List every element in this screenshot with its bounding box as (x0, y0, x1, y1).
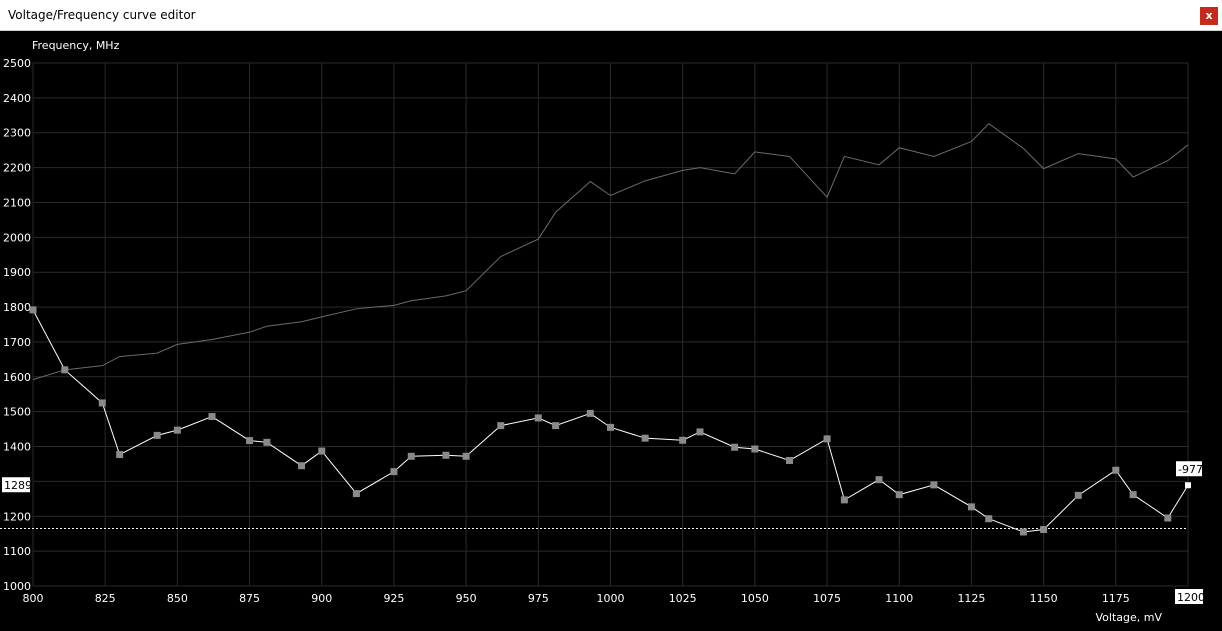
curve-point[interactable] (967, 503, 975, 511)
curve-point[interactable] (840, 496, 848, 504)
curve-point[interactable] (352, 490, 360, 498)
y-tick-label: 2000 (3, 231, 31, 244)
x-tick-label: 950 (456, 592, 477, 605)
y-tick-label: 2100 (3, 196, 31, 209)
grid-lines (32, 62, 1189, 587)
curve-point[interactable] (1074, 491, 1082, 499)
curve-point[interactable] (895, 491, 903, 499)
x-tick-label: 1150 (1030, 592, 1058, 605)
curve-point[interactable] (552, 422, 560, 430)
y-tick-label: 1500 (3, 406, 31, 419)
curve-point[interactable] (318, 447, 326, 455)
curve-point[interactable] (98, 399, 106, 407)
curve-point[interactable] (61, 366, 69, 374)
curve-point[interactable] (390, 468, 398, 476)
title-bar: Voltage/Frequency curve editor x (0, 0, 1222, 31)
curve-point[interactable] (586, 409, 594, 417)
y-tick-label: 1800 (3, 301, 31, 314)
y-tick-label: 2200 (3, 162, 31, 175)
x-tick-label: 1125 (957, 592, 985, 605)
curve-point[interactable] (930, 481, 938, 489)
close-button[interactable]: x (1200, 7, 1218, 25)
y-tick-label: 2400 (3, 92, 31, 105)
y-tick-label: 1900 (3, 266, 31, 279)
y-tick-label: 2500 (3, 57, 31, 70)
x-tick-label: 1000 (597, 592, 625, 605)
curve-point[interactable] (173, 426, 181, 434)
vf-curve-chart[interactable]: 1000110012001300140015001600170018001900… (0, 31, 1222, 627)
x-tick-label: 875 (239, 592, 260, 605)
x-tick-label: 800 (23, 592, 44, 605)
vf-curve-plot[interactable]: 1000110012001300140015001600170018001900… (0, 31, 1222, 627)
cursor-y-label: 1289 (4, 479, 32, 492)
curve-point[interactable] (731, 443, 739, 451)
y-axis-label: Frequency, MHz (32, 39, 120, 52)
x-tick-label: 1100 (885, 592, 913, 605)
curve-point[interactable] (1164, 514, 1172, 522)
curve-point[interactable] (462, 452, 470, 460)
x-tick-label: 925 (383, 592, 404, 605)
curve-point[interactable] (497, 422, 505, 430)
x-axis-label: Voltage, mV (1096, 611, 1163, 624)
curve-point[interactable] (875, 476, 883, 484)
curve-point[interactable] (29, 306, 37, 314)
x-tick-label: 1075 (813, 592, 841, 605)
curve-point[interactable] (246, 437, 254, 445)
curve-point[interactable] (1040, 526, 1048, 534)
x-tick-label: 900 (311, 592, 332, 605)
curve-point[interactable] (263, 438, 271, 446)
x-tick-label: 850 (167, 592, 188, 605)
curve-point[interactable] (153, 431, 161, 439)
x-tick-label: 825 (95, 592, 116, 605)
curve-point[interactable] (985, 515, 993, 523)
cursor-x-label: 1200 (1177, 591, 1205, 604)
window-title: Voltage/Frequency curve editor (8, 8, 196, 22)
curve-point[interactable] (1129, 491, 1137, 499)
curve-point[interactable] (208, 413, 216, 421)
curve-point[interactable] (751, 445, 759, 453)
y-tick-label: 1600 (3, 371, 31, 384)
curve-point[interactable] (696, 428, 704, 436)
curve-point[interactable] (534, 414, 542, 422)
curve-point[interactable] (116, 451, 124, 459)
curve-point[interactable] (1019, 528, 1027, 536)
x-tick-label: 1050 (741, 592, 769, 605)
curve-point[interactable] (298, 462, 306, 470)
point-offset-label: -977 (1178, 463, 1203, 476)
x-tick-label: 1025 (669, 592, 697, 605)
x-tick-label: 975 (528, 592, 549, 605)
y-tick-label: 1400 (3, 441, 31, 454)
y-tick-label: 1100 (3, 545, 31, 558)
curve-point[interactable] (407, 452, 415, 460)
y-tick-label: 1200 (3, 510, 31, 523)
y-tick-label: 1700 (3, 336, 31, 349)
curve-point[interactable] (679, 436, 687, 444)
curve-point[interactable] (1112, 466, 1120, 474)
curve-point[interactable] (641, 434, 649, 442)
y-tick-labels: 1000110012001300140015001600170018001900… (3, 57, 31, 593)
curve-point[interactable] (823, 435, 831, 443)
curve-point[interactable] (442, 451, 450, 459)
x-tick-label: 1175 (1102, 592, 1130, 605)
curve-point[interactable] (1185, 482, 1191, 489)
x-tick-labels: 800 825 850 875 900 925 950 975 1000 1025 1050 1075… (23, 592, 1203, 605)
y-tick-label: 2300 (3, 127, 31, 140)
curve-point[interactable] (786, 456, 794, 464)
curve-point[interactable] (607, 423, 614, 431)
